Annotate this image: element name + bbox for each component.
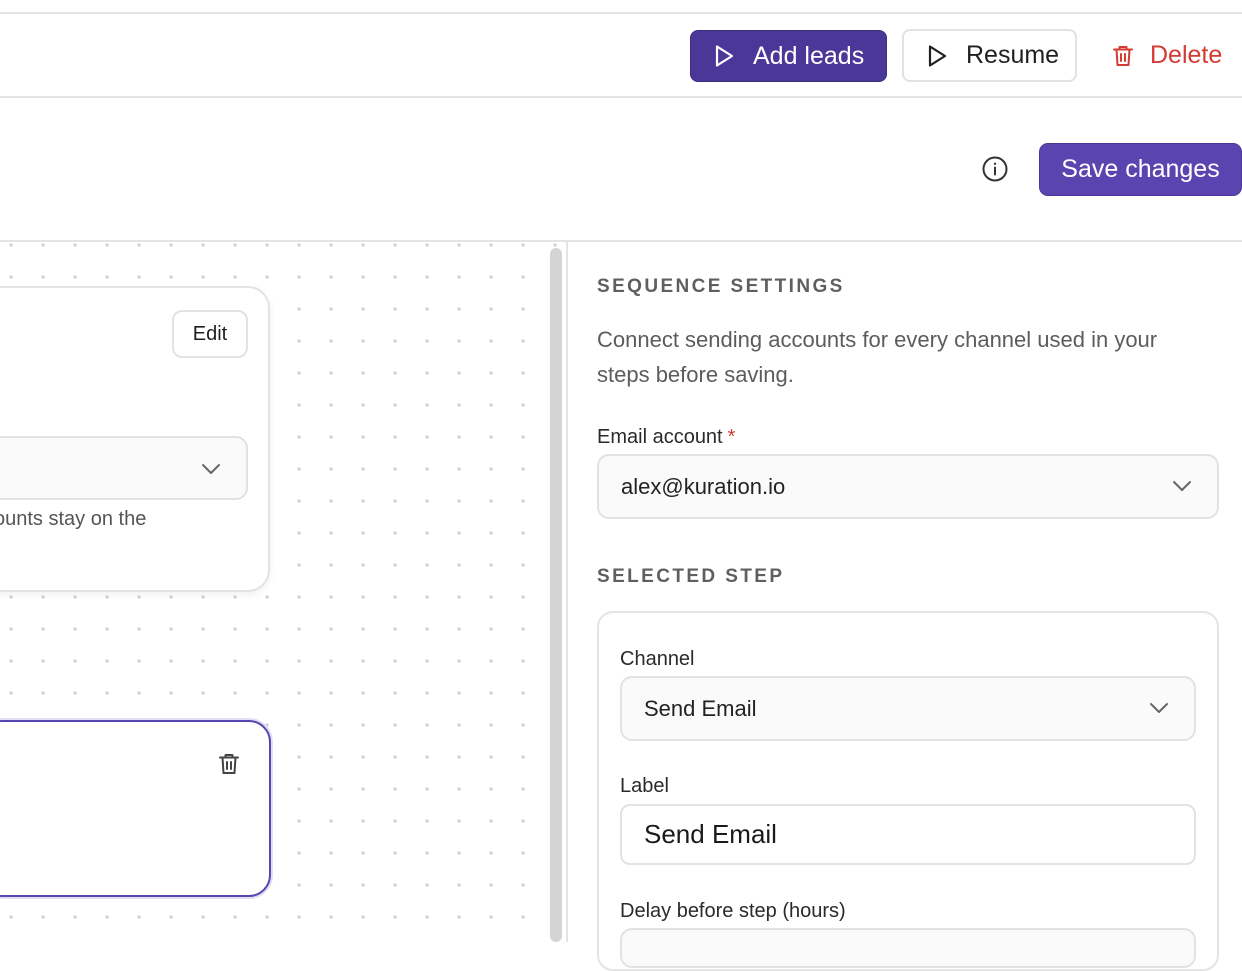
channel-select[interactable]: Send Email: [620, 676, 1196, 741]
required-marker: *: [727, 426, 736, 448]
selected-step-title: SELECTED STEP: [597, 566, 785, 587]
label-input[interactable]: [620, 804, 1196, 865]
header-action-bar: Add leads Resume Delete: [0, 14, 1242, 98]
top-border: [0, 0, 1242, 14]
node-select[interactable]: [0, 436, 248, 500]
chevron-down-icon: [1171, 475, 1193, 497]
label-field-label: Label: [620, 775, 669, 797]
delay-label: Delay before step (hours): [620, 900, 846, 922]
email-account-value: alex@kuration.io: [621, 473, 786, 499]
node-note: ounts stay on the: [0, 508, 147, 530]
trash-icon[interactable]: [216, 751, 242, 777]
delay-input[interactable]: [620, 928, 1196, 968]
settings-description: Connect sending accounts for every chann…: [597, 327, 1158, 387]
trash-icon: [1110, 43, 1136, 69]
edit-label: Edit: [192, 322, 228, 345]
email-account-label: Email account *: [597, 426, 735, 449]
play-icon: [924, 43, 950, 69]
add-leads-button[interactable]: Add leads: [690, 30, 887, 82]
resume-button[interactable]: Resume: [902, 29, 1077, 82]
email-account-select[interactable]: alex@kuration.io: [597, 454, 1219, 519]
selected-step-node[interactable]: [0, 720, 271, 897]
save-changes-label: Save changes: [1061, 155, 1220, 183]
chevron-down-icon: [200, 458, 222, 480]
panel-divider: [566, 242, 568, 942]
play-icon: [711, 43, 737, 69]
delete-button[interactable]: Delete: [1110, 29, 1242, 82]
trigger-node-card[interactable]: Edit ounts stay on the: [0, 286, 270, 592]
editor-toolbar: Save changes: [0, 98, 1242, 242]
channel-label: Channel: [620, 648, 695, 670]
save-changes-button[interactable]: Save changes: [1039, 143, 1242, 196]
channel-value: Send Email: [644, 695, 757, 721]
sequence-settings-title: SEQUENCE SETTINGS: [597, 276, 845, 297]
edit-button[interactable]: Edit: [172, 310, 248, 358]
resume-label: Resume: [966, 41, 1060, 69]
delete-label: Delete: [1150, 41, 1223, 69]
info-icon[interactable]: [981, 155, 1009, 183]
email-account-label-text: Email account: [597, 426, 723, 448]
chevron-down-icon: [1148, 697, 1170, 719]
add-leads-label: Add leads: [753, 41, 865, 70]
canvas-scrollbar[interactable]: [550, 248, 562, 942]
